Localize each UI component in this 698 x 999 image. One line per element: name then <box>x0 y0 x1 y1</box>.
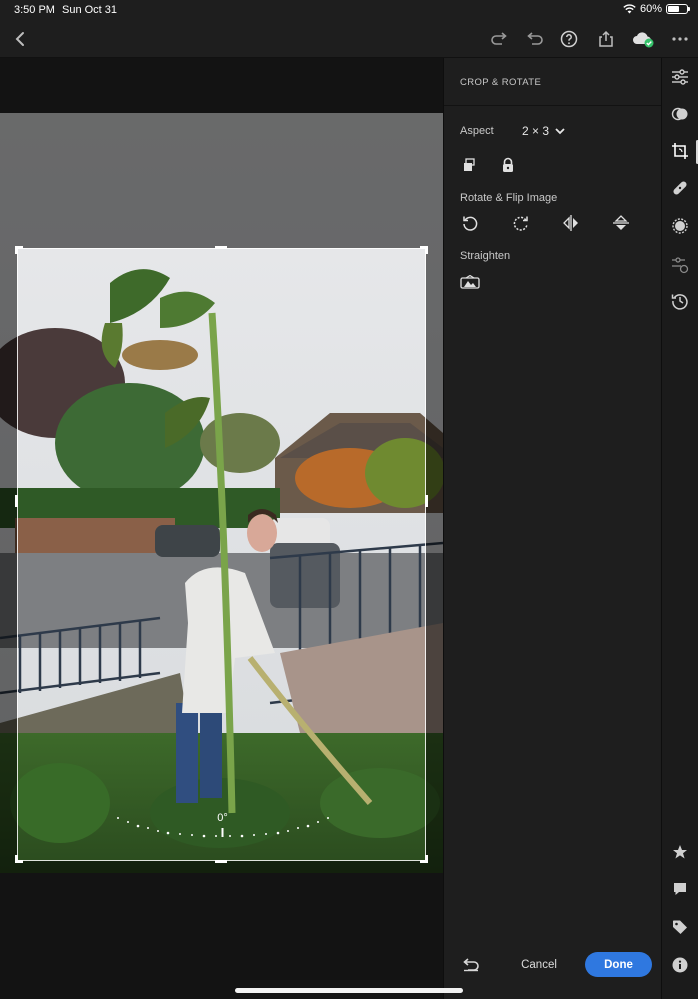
panel-title: CROP & ROTATE <box>460 77 542 88</box>
rotate-right-icon[interactable] <box>510 212 532 234</box>
help-icon[interactable] <box>557 27 581 51</box>
comment-icon[interactable] <box>669 878 691 900</box>
healing-icon[interactable] <box>669 177 691 199</box>
straighten-label: Straighten <box>460 250 511 262</box>
status-right: 60% <box>623 3 690 15</box>
status-date: Sun Oct 31 <box>62 4 118 16</box>
undo-icon[interactable] <box>523 27 547 51</box>
info-icon[interactable] <box>669 954 691 976</box>
aspect-dropdown[interactable]: 2 × 3 <box>522 124 565 138</box>
flip-horizontal-icon[interactable] <box>560 212 582 234</box>
straighten-dial[interactable]: 0° <box>110 806 335 846</box>
battery-percent: 60% <box>639 3 662 15</box>
status-time: 3:50 PM <box>14 4 55 16</box>
aspect-label: Aspect <box>460 125 494 137</box>
crop-handle-left[interactable] <box>15 495 18 507</box>
battery-icon <box>666 4 690 14</box>
chevron-down-icon <box>555 127 565 134</box>
crop-handle-bottom-left[interactable] <box>15 855 18 863</box>
crop-icon[interactable] <box>669 140 691 162</box>
top-toolbar <box>0 20 698 58</box>
versions-sliders-icon[interactable] <box>669 254 691 276</box>
tag-icon[interactable] <box>669 916 691 938</box>
redo-icon[interactable] <box>487 27 511 51</box>
aspect-value: 2 × 3 <box>522 124 550 138</box>
lock-icon[interactable] <box>497 154 519 176</box>
crop-handle-top-left[interactable] <box>15 246 18 254</box>
orientation-icon[interactable] <box>458 154 480 176</box>
tool-rail <box>661 58 698 999</box>
cancel-button[interactable]: Cancel <box>514 953 564 977</box>
flip-vertical-icon[interactable] <box>610 212 632 234</box>
star-icon[interactable] <box>669 841 691 863</box>
history-icon[interactable] <box>669 290 691 312</box>
more-icon[interactable] <box>668 27 692 51</box>
panel-divider <box>444 105 662 106</box>
reset-icon[interactable] <box>460 954 482 976</box>
wifi-icon <box>623 4 636 14</box>
chevron-left-icon[interactable] <box>8 27 32 51</box>
crop-handle-bottom[interactable] <box>215 860 227 863</box>
rotate-left-icon[interactable] <box>459 212 481 234</box>
crop-handle-right[interactable] <box>425 495 428 507</box>
photo-canvas[interactable]: 0° <box>0 58 443 999</box>
presets-icon[interactable] <box>669 103 691 125</box>
auto-straighten-icon[interactable] <box>459 271 481 293</box>
crop-handle-top-right[interactable] <box>425 246 428 254</box>
rotate-flip-label: Rotate & Flip Image <box>460 192 558 204</box>
crop-handle-bottom-right[interactable] <box>425 855 428 863</box>
done-button[interactable]: Done <box>585 952 652 977</box>
angle-readout: 0° <box>217 812 228 824</box>
crop-handle-top[interactable] <box>215 246 227 249</box>
home-indicator[interactable] <box>235 988 463 993</box>
crop-box[interactable] <box>17 248 426 861</box>
sliders-icon[interactable] <box>669 66 691 88</box>
cloud-synced-icon[interactable] <box>630 27 656 51</box>
share-icon[interactable] <box>594 27 618 51</box>
masking-icon[interactable] <box>669 215 691 237</box>
crop-rotate-panel: CROP & ROTATE Aspect 2 × 3 Rotate & Flip… <box>443 58 662 999</box>
status-bar: 3:50 PM Sun Oct 31 60% <box>0 0 698 20</box>
